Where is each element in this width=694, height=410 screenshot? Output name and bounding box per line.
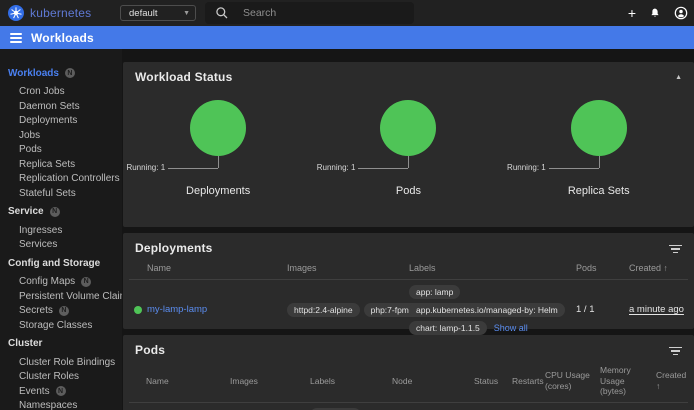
user-account-icon[interactable] [674, 6, 688, 20]
deployment-pods-count: 1 / 1 [571, 304, 629, 315]
sidebar-item-pods[interactable]: Pods [8, 143, 122, 158]
running-count-label: Running: 1 [126, 163, 165, 172]
sidebar-item-workloads[interactable]: WorkloadsN [8, 66, 122, 81]
column-header-pods: Pods [571, 257, 629, 279]
page-title: Workloads [31, 31, 94, 45]
pod-table-row: my-lamp-lamp-5fd985cf68-jwvz4 httpd:2.4-… [129, 403, 688, 410]
sort-arrow-icon: ↑ [664, 263, 668, 273]
deployments-card-title: Deployments [135, 241, 213, 255]
sidebar-section-cluster: Cluster [8, 337, 122, 352]
search-icon [215, 6, 229, 20]
namespace-select[interactable]: default ▼ [120, 5, 196, 21]
brand-text: kubernetes [30, 6, 91, 20]
namespaced-badge: N [50, 207, 60, 217]
column-header-created[interactable]: Created ↑ [656, 364, 690, 396]
running-count-label: Running: 1 [317, 163, 356, 172]
sidebar-item-cluster-role-bindings[interactable]: Cluster Role Bindings [8, 355, 122, 370]
namespaced-badge: N [65, 68, 75, 78]
namespaced-badge: N [59, 306, 69, 316]
column-header-cpu-usage: CPU Usage (cores) [545, 364, 600, 396]
workload-status-title: Workload Status [135, 70, 232, 84]
pods-pie-chart: Running: 1 Pods [313, 100, 503, 197]
collapse-chevron-up-icon[interactable]: ▲ [675, 74, 682, 81]
column-header-restarts: Restarts [512, 370, 545, 392]
chart-title: Pods [396, 185, 421, 197]
show-all-labels-link[interactable]: Show all [494, 323, 528, 333]
namespaced-badge: N [56, 386, 66, 396]
column-header-status: Status [474, 370, 512, 392]
pods-pie-callout: Running: 1 [313, 156, 503, 178]
notifications-bell-icon[interactable] [649, 7, 661, 20]
sidebar-item-ingresses[interactable]: Ingresses [8, 223, 122, 238]
replica-sets-pie-callout: Running: 1 [504, 156, 694, 178]
running-count-label: Running: 1 [507, 163, 546, 172]
brand-home-link[interactable]: kubernetes [8, 5, 91, 21]
chart-title: Replica Sets [568, 185, 630, 197]
sidebar-item-persistent-volume-claims[interactable]: Persistent Volume ClaimsN [8, 289, 122, 304]
sidebar-item-service[interactable]: ServiceN [8, 205, 122, 220]
sidebar-item-stateful-sets[interactable]: Stateful Sets [8, 186, 122, 201]
topbar: kubernetes default ▼ Search + [0, 0, 694, 26]
deployments-table-header: Name Images Labels Pods Created ↑ [129, 257, 688, 280]
sidebar-item-secrets[interactable]: SecretsN [8, 304, 122, 319]
sidebar-section-config-and-storage: Config and Storage [8, 256, 122, 271]
column-header-created[interactable]: Created ↑ [629, 257, 688, 279]
appbar: Workloads [0, 26, 694, 49]
chart-title: Deployments [186, 185, 250, 197]
main-content: Workload Status ▲ Running: 1 Deployments [123, 62, 694, 410]
deployments-pie-chart: Running: 1 Deployments [123, 100, 313, 197]
sidebar-item-services[interactable]: Services [8, 238, 122, 253]
filter-icon[interactable] [669, 243, 682, 254]
sidebar-item-config-maps[interactable]: Config MapsN [8, 275, 122, 290]
kubernetes-logo-icon [8, 5, 24, 21]
menu-icon[interactable] [10, 33, 22, 43]
create-resource-button[interactable]: + [628, 6, 636, 20]
sidebar-item-cron-jobs[interactable]: Cron Jobs [8, 85, 122, 100]
sidebar-item-cluster-roles[interactable]: Cluster Roles [8, 370, 122, 385]
pods-card-title: Pods [135, 343, 165, 357]
sidebar-item-storage-classes[interactable]: Storage Classes [8, 318, 122, 333]
deployments-card: Deployments Name Images Labels Pods Crea… [123, 233, 694, 329]
sidebar-item-replication-controllers[interactable]: Replication Controllers [8, 172, 122, 187]
workload-status-card: Workload Status ▲ Running: 1 Deployments [123, 62, 694, 227]
pods-table-header: Name Images Labels Node Status Restarts … [129, 359, 688, 403]
chevron-down-icon: ▼ [183, 10, 190, 17]
replica-sets-pie [571, 100, 627, 156]
replica-sets-pie-chart: Running: 1 Replica Sets [504, 100, 694, 197]
column-header-images: Images [230, 370, 310, 392]
sidebar-item-deployments[interactable]: Deployments [8, 114, 122, 129]
column-header-memory-usage: Memory Usage (bytes) [600, 359, 656, 402]
deployment-labels: app: lamp app.kubernetes.io/managed-by: … [409, 285, 571, 335]
deployment-table-row: my-lamp-lamp httpd:2.4-alpine php:7-fpm-… [129, 280, 688, 340]
namespaced-badge: N [81, 277, 91, 287]
sidebar-item-replica-sets[interactable]: Replica Sets [8, 157, 122, 172]
sidebar-item-events[interactable]: EventsN [8, 384, 122, 399]
sidebar-item-jobs[interactable]: Jobs [8, 128, 122, 143]
sort-arrow-icon: ↑ [656, 381, 660, 391]
deployment-images: httpd:2.4-alpine php:7-fpm-alpine [277, 303, 409, 317]
sidebar: WorkloadsN Cron Jobs Daemon Sets Deploym… [0, 49, 122, 410]
pods-card: Pods Name Images Labels Node Status Rest… [123, 335, 694, 410]
deployment-created: a minute ago [629, 304, 688, 315]
column-header-images: Images [277, 257, 409, 279]
pods-pie [380, 100, 436, 156]
sidebar-item-daemon-sets[interactable]: Daemon Sets [8, 99, 122, 114]
namespace-value: default [129, 8, 158, 19]
column-header-labels: Labels [409, 257, 571, 279]
column-header-name[interactable]: Name [146, 370, 230, 392]
status-ok-dot [134, 306, 142, 314]
deployments-pie-callout: Running: 1 [123, 156, 313, 178]
sidebar-item-namespaces[interactable]: Namespaces [8, 399, 122, 410]
topbar-actions: + [628, 0, 688, 26]
search-input[interactable]: Search [243, 7, 276, 19]
workload-status-charts: Running: 1 Deployments Running: 1 Pods [123, 100, 694, 197]
column-header-node: Node [392, 370, 474, 392]
search-bar[interactable]: Search [205, 2, 414, 24]
deployment-name-link[interactable]: my-lamp-lamp [147, 304, 277, 316]
deployments-pie [190, 100, 246, 156]
column-header-name[interactable]: Name [147, 257, 277, 279]
column-header-labels: Labels [310, 370, 392, 392]
filter-icon[interactable] [669, 345, 682, 356]
kubernetes-dashboard: kubernetes default ▼ Search + [0, 0, 694, 410]
